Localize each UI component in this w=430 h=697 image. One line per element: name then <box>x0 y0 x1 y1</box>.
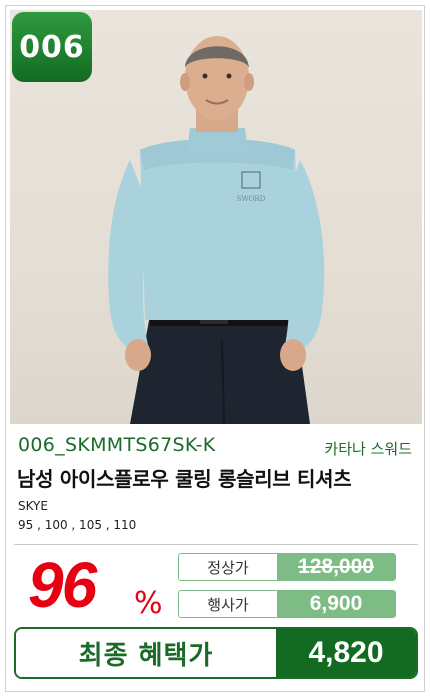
discount-percent: 96 <box>28 549 97 621</box>
event-price-value: 6,900 <box>277 591 395 617</box>
regular-price-label: 정상가 <box>179 554 277 580</box>
divider <box>14 544 418 545</box>
regular-price-value: 128,000 <box>277 554 395 580</box>
product-number-badge: 006 <box>12 12 92 82</box>
discount-percent-sign: % <box>134 586 163 621</box>
final-price-label: 최종 혜택가 <box>16 629 276 677</box>
product-title[interactable]: 남성 아이스플로우 쿨링 롱슬리브 티셔츠 <box>17 463 352 492</box>
product-color: SKYE <box>18 499 48 513</box>
event-price-row: 행사가 6,900 <box>178 590 396 618</box>
final-price-value: 4,820 <box>276 629 416 677</box>
event-price-label: 행사가 <box>179 591 277 617</box>
chest-logo-text: SWORD <box>237 195 266 203</box>
final-price-box[interactable]: 최종 혜택가 4,820 <box>14 627 418 679</box>
product-code[interactable]: 006_SKMMTS67SK-K <box>18 434 216 456</box>
brand-name[interactable]: 카타나 스워드 <box>324 438 412 459</box>
product-card[interactable]: 006 SWORD 006_SKMMTS67SK-K 카타나 스워드 남성 아이… <box>5 5 425 692</box>
regular-price-row: 정상가 128,000 <box>178 553 396 581</box>
product-photo[interactable]: 006 SWORD <box>10 10 422 424</box>
product-sizes: 95 , 100 , 105 , 110 <box>18 518 137 532</box>
